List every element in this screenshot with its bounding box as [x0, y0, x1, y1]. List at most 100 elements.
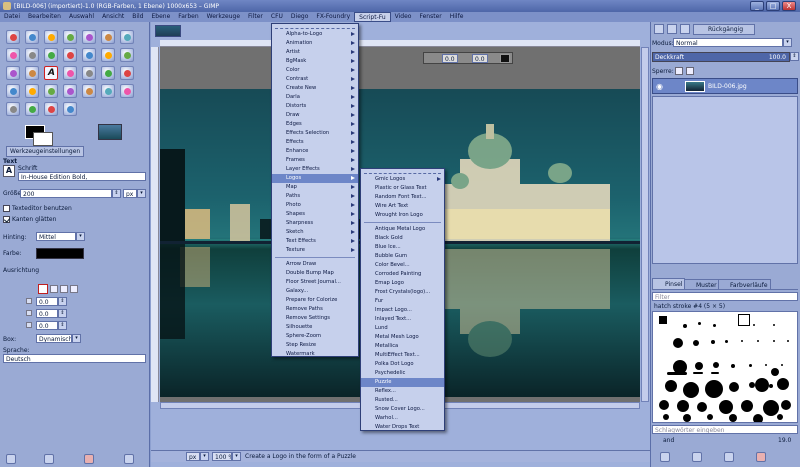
brush-preview[interactable]	[773, 324, 775, 326]
brush-preview[interactable]	[713, 362, 719, 368]
menu-item-map[interactable]: Map	[272, 183, 358, 192]
reset-options-icon[interactable]	[124, 454, 134, 464]
lock-alpha-icon[interactable]	[686, 67, 694, 75]
brush-preview[interactable]	[787, 340, 789, 342]
brush-preview[interactable]	[707, 414, 713, 420]
menu-fenster[interactable]: Fenster	[415, 12, 445, 22]
brush-preview[interactable]	[693, 372, 703, 374]
menu-item-texture[interactable]: Texture	[272, 246, 358, 255]
menu-item-enhance[interactable]: Enhance	[272, 147, 358, 156]
brush-preview[interactable]	[695, 362, 703, 370]
unit-dropdown-icon[interactable]: ▾	[200, 452, 209, 461]
logos-item-lund[interactable]: Lund	[361, 324, 444, 333]
opacity-slider[interactable]: Deckkraft 100.0	[652, 52, 790, 62]
line-spacing-field[interactable]: 0.0	[36, 309, 58, 318]
menu-item-effects-selection[interactable]: Effects Selection	[272, 129, 358, 138]
brush-preview[interactable]	[777, 378, 789, 390]
tool-icon[interactable]	[6, 48, 20, 62]
logos-item-bubble-gum[interactable]: Bubble Gum	[361, 252, 444, 261]
tab-tool-options[interactable]: Werkzeugeinstellungen	[6, 146, 85, 157]
menu-item-darla[interactable]: Darla	[272, 93, 358, 102]
menu-item-shapes[interactable]: Shapes	[272, 210, 358, 219]
menu-item-sharpness[interactable]: Sharpness	[272, 219, 358, 228]
channels-tab-icon[interactable]	[667, 24, 677, 34]
menu-auswahl[interactable]: Auswahl	[65, 12, 98, 22]
brush-preview[interactable]	[673, 338, 683, 348]
lock-pixels-icon[interactable]	[675, 67, 683, 75]
zoom-select[interactable]: 100 %	[212, 452, 232, 461]
tool-icon[interactable]	[25, 30, 39, 44]
indent-field[interactable]: 0.0	[36, 297, 58, 306]
menu-hilfe[interactable]: Hilfe	[446, 12, 468, 22]
brush-preview[interactable]	[769, 384, 773, 388]
brush-preview[interactable]	[667, 372, 687, 375]
unit-select[interactable]: px	[186, 452, 200, 461]
logos-item-black-gold[interactable]: Black Gold	[361, 234, 444, 243]
tool-icon[interactable]	[44, 84, 58, 98]
tool-icon[interactable]	[120, 66, 134, 80]
menu-farben[interactable]: Farben	[174, 12, 202, 22]
font-icon[interactable]: A	[3, 165, 15, 177]
menu-item-arrow-draw[interactable]: Arrow Draw	[272, 260, 358, 269]
layer-row[interactable]: ◉ BILD-006.jpg	[652, 78, 798, 94]
hinting-select[interactable]: Mittel	[36, 232, 76, 241]
menu-filter[interactable]: Filter	[244, 12, 267, 22]
tool-icon[interactable]	[63, 48, 77, 62]
brush-preview[interactable]	[683, 414, 691, 422]
menu-video[interactable]: Video	[391, 12, 416, 22]
letter-spacing-field[interactable]: 0.0	[36, 321, 58, 330]
menu-item-paths[interactable]: Paths	[272, 192, 358, 201]
menu-item-sphere-zoom[interactable]: Sphere-Zoom	[272, 332, 358, 341]
paths-tab-icon[interactable]	[680, 24, 690, 34]
menu-bearbeiten[interactable]: Bearbeiten	[24, 12, 65, 22]
brush-preview[interactable]	[711, 372, 719, 374]
brush-preview[interactable]	[755, 378, 769, 392]
menu-fx-foundry[interactable]: FX-Foundry	[312, 12, 354, 22]
size-stepper[interactable]: ⇕	[112, 189, 121, 198]
brush-preview[interactable]	[781, 364, 783, 366]
logos-item-rusted[interactable]: Rusted...	[361, 396, 444, 405]
brush-preview[interactable]	[713, 324, 716, 327]
tab-undo[interactable]: Rückgängig	[693, 24, 755, 35]
brush-preview[interactable]	[683, 382, 699, 398]
tool-icon[interactable]	[63, 102, 77, 116]
tool-icon[interactable]	[120, 84, 134, 98]
brush-preview[interactable]	[731, 364, 735, 368]
justify-center-button[interactable]	[60, 285, 68, 293]
brush-preview[interactable]	[697, 402, 707, 412]
tool-icon[interactable]	[82, 30, 96, 44]
tab-gradients[interactable]: Farbverläufe	[718, 279, 771, 290]
antialias-toggle[interactable]: Kanten glätten	[3, 216, 56, 223]
tool-icon[interactable]	[82, 66, 96, 80]
brush-preview[interactable]	[741, 400, 753, 412]
brush-preview[interactable]	[719, 400, 733, 414]
use-editor-toggle[interactable]: Texteditor benutzen	[3, 205, 72, 212]
mode-select[interactable]: Normal	[673, 38, 783, 47]
delete-brush-icon[interactable]	[756, 452, 766, 462]
tool-icon[interactable]	[101, 84, 115, 98]
menu-tearoff[interactable]	[275, 25, 355, 29]
tab-brushes[interactable]: Pinsel	[652, 278, 686, 290]
menu-script-fu[interactable]: Script-Fu	[354, 12, 391, 22]
menu-item-prepare-for-colorize[interactable]: Prepare for Colorize	[272, 296, 358, 305]
tab-patterns[interactable]: Muster	[684, 279, 720, 290]
logos-item-reflex[interactable]: Reflex...	[361, 387, 444, 396]
menu-werkzeuge[interactable]: Werkzeuge	[203, 12, 244, 22]
menu-item-distorts[interactable]: Distorts	[272, 102, 358, 111]
logos-item-metallica[interactable]: Metallica	[361, 342, 444, 351]
tool-icon[interactable]	[63, 66, 77, 80]
brush-filter-field[interactable]: Filter	[652, 292, 798, 301]
tool-icon[interactable]	[63, 84, 77, 98]
brush-grid[interactable]	[652, 311, 798, 423]
menu-item-double-bump-map[interactable]: Double Bump Map	[272, 269, 358, 278]
mode-dropdown-icon[interactable]: ▾	[783, 38, 792, 47]
logos-item-fur[interactable]: Fur	[361, 297, 444, 306]
language-field[interactable]: Deutsch	[3, 354, 146, 363]
menu-item-alpha-to-logo[interactable]: Alpha-to-Logo	[272, 30, 358, 39]
size-unit-dropdown-icon[interactable]: ▾	[137, 189, 146, 198]
menu-item-draw[interactable]: Draw	[272, 111, 358, 120]
tool-icon[interactable]	[82, 48, 96, 62]
tool-icon[interactable]	[6, 102, 20, 116]
size-field[interactable]: 200	[20, 189, 112, 198]
tool-icon[interactable]	[6, 66, 20, 80]
